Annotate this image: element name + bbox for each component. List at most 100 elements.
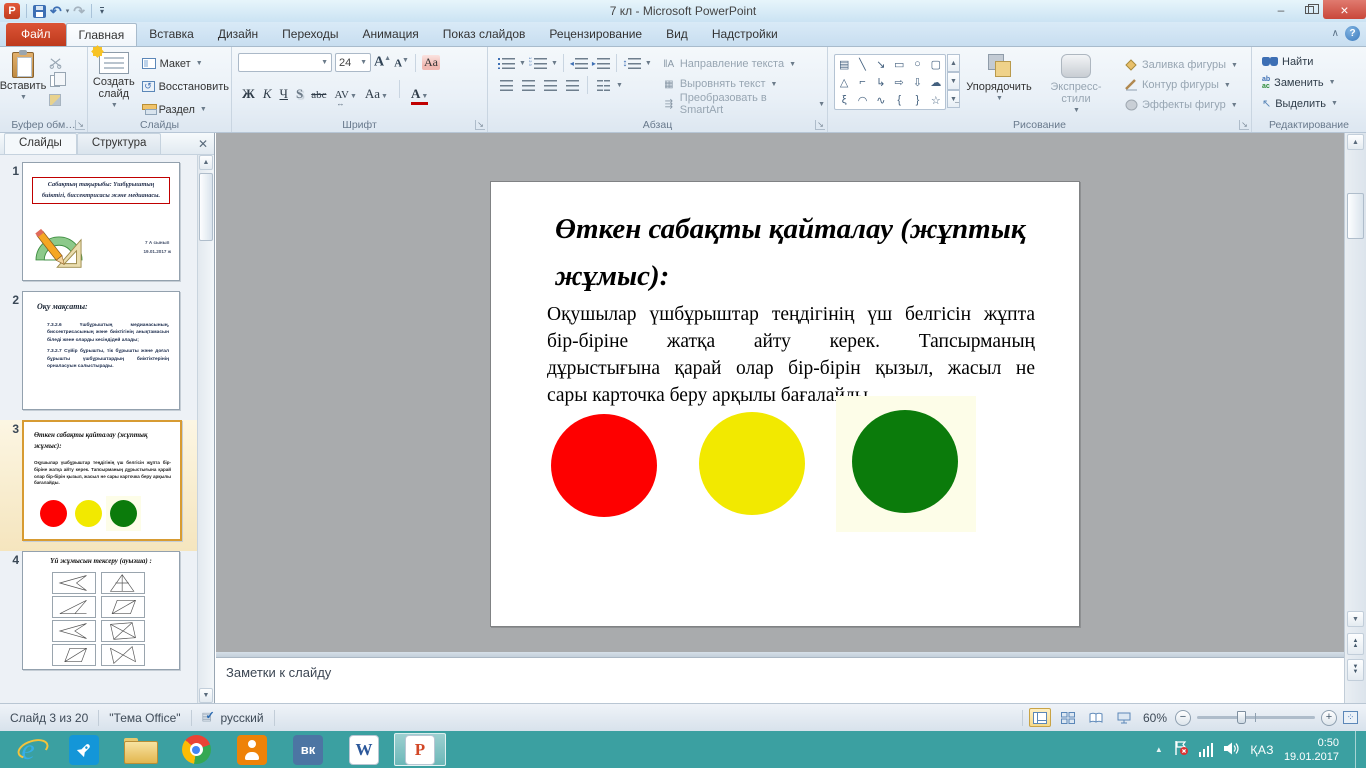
align-text-button[interactable]: ▦ Выровнять текст▼ [660,74,827,94]
reset-button[interactable]: ↺ Восстановить [140,76,231,97]
panel-scroll-up-icon[interactable]: ▲ [199,155,213,170]
slideshow-view-button[interactable] [1113,708,1135,727]
character-spacing-button[interactable]: AV▼ [334,89,356,101]
shape-outline-button[interactable]: Контур фигуры▼ [1122,75,1240,95]
language-indicator[interactable]: ҚАЗ [1250,743,1274,757]
minimize-button[interactable]: – [1267,0,1295,19]
grow-font-icon[interactable]: A▲ [374,54,391,71]
clock[interactable]: 0:50 19.01.2017 [1284,736,1339,764]
save-icon[interactable] [33,5,46,18]
tab-review[interactable]: Рецензирование [537,23,654,46]
file-explorer-icon[interactable] [114,733,166,766]
panel-scroll-thumb[interactable] [199,173,213,241]
decrease-indent-icon[interactable] [569,55,589,72]
shapes-more-icon[interactable]: ▼̲ [947,90,960,108]
chrome-icon[interactable] [170,733,222,766]
notes-placeholder[interactable]: Заметки к слайду [216,658,1344,680]
shape-glyph-icon[interactable]: ⌐ [853,73,871,91]
previous-slide-button[interactable]: ▲▲ [1347,633,1364,655]
shape-glyph-icon[interactable]: ↳ [872,73,890,91]
shape-glyph-icon[interactable]: ⇨ [890,73,908,91]
font-size-combobox[interactable]: 24▼ [335,53,371,72]
reading-view-button[interactable] [1085,708,1107,727]
powerpoint-app-icon[interactable]: P [4,3,20,19]
zoom-slider-thumb[interactable] [1237,711,1246,724]
find-button[interactable]: Найти [1260,51,1366,72]
scroll-up-icon[interactable]: ▲ [1347,134,1364,150]
paint-app-icon[interactable] [58,733,110,766]
tab-view[interactable]: Вид [654,23,700,46]
redo-icon[interactable]: ↷ [73,4,85,18]
normal-view-button[interactable] [1029,708,1051,727]
select-button[interactable]: ↖ Выделить▼ [1260,93,1366,114]
slide-body-text[interactable]: Оқушылар үшбұрыштар теңдігінің үш белгіс… [547,302,1035,410]
tab-addins[interactable]: Надстройки [700,23,790,46]
layout-button[interactable]: Макет▼ [140,53,231,74]
spellcheck-status[interactable]: русский [192,711,274,725]
restore-button[interactable] [1295,0,1323,19]
section-button[interactable]: Раздел▼ [140,99,231,120]
text-direction-button[interactable]: ‖A Направление текста▼ [660,54,827,74]
numbering-icon[interactable] [528,55,548,72]
line-spacing-icon[interactable] [622,55,642,72]
undo-dropdown-icon[interactable]: ▾ [66,7,70,15]
powerpoint-taskbar-icon[interactable]: P [394,733,446,766]
convert-smartart-button[interactable]: ⇶ Преобразовать в SmartArt▼ [660,94,827,114]
clear-formatting-icon[interactable]: Aa [422,55,440,70]
shape-glyph-icon[interactable]: ╲ [853,55,871,73]
theme-name[interactable]: "Тема Office" [99,711,190,725]
change-case-button[interactable]: Aa▼ [365,86,388,102]
bold-button[interactable]: Ж [242,86,255,102]
slide-thumbnail-3-selected[interactable]: 3 Өткен сабақты қайталау (жұптық жұмыс):… [0,420,197,551]
zoom-in-icon[interactable]: + [1321,710,1337,726]
scroll-thumb[interactable] [1347,193,1364,239]
tab-animations[interactable]: Анимация [350,23,430,46]
notes-pane[interactable]: Заметки к слайду [216,657,1344,703]
bullets-icon[interactable] [496,55,516,72]
slide-thumbnail-4[interactable]: 4 Үй жұмысын тексеру (ауызша) : [0,551,197,680]
tab-home[interactable]: Главная [66,23,138,46]
zoom-percentage[interactable]: 60% [1143,711,1167,725]
shape-glyph-icon[interactable]: ↘ [872,55,890,73]
underline-button[interactable]: Ч [280,86,288,102]
font-name-combobox[interactable]: ▼ [238,53,332,72]
shape-glyph-icon[interactable]: ○ [908,55,926,73]
shape-glyph-icon[interactable]: ▢ [927,55,945,73]
proofing-language[interactable]: русский [221,711,264,725]
slide-thumbnail-2[interactable]: 2 Оқу мақсаты: 7.3.2.6 Үшбұрыштың медиан… [0,291,197,420]
slide-title[interactable]: Өткен сабақты қайталау (жұптық жұмыс): [555,206,1027,300]
paste-dropdown-icon[interactable]: ▼ [20,92,27,104]
align-center-icon[interactable] [518,77,538,94]
green-card-circle[interactable] [852,410,958,513]
format-painter-icon[interactable] [46,92,64,108]
shape-glyph-icon[interactable]: ∿ [872,91,890,109]
slide-sorter-view-button[interactable] [1057,708,1079,727]
shapes-scroll-down-icon[interactable]: ▼ [947,72,960,90]
zoom-out-icon[interactable]: − [1175,710,1191,726]
text-shadow-button[interactable]: S [296,86,303,102]
volume-icon[interactable] [1223,741,1240,759]
strikethrough-button[interactable]: abc [311,89,326,101]
tab-design[interactable]: Дизайн [206,23,270,46]
network-signal-icon[interactable] [1199,743,1214,757]
red-card-circle[interactable] [551,414,657,517]
shape-glyph-icon[interactable]: { [890,91,908,109]
copy-icon[interactable] [46,73,64,89]
panel-scrollbar[interactable]: ▲ ▼ [197,155,214,703]
align-right-icon[interactable] [540,77,560,94]
scroll-down-icon[interactable]: ▼ [1347,611,1364,627]
shrink-font-icon[interactable]: A▼ [394,56,409,70]
tab-slideshow[interactable]: Показ слайдов [431,23,538,46]
close-button[interactable]: × [1323,0,1366,19]
tab-insert[interactable]: Вставка [137,23,206,46]
zoom-slider[interactable] [1197,716,1315,719]
show-hidden-icons-icon[interactable]: ▲ [1155,745,1163,754]
panel-scroll-down-icon[interactable]: ▼ [199,688,213,703]
cut-icon[interactable] [46,54,64,70]
odnoklassniki-icon[interactable] [226,733,278,766]
shape-glyph-icon[interactable]: ▭ [890,55,908,73]
action-center-flag-icon[interactable] [1173,740,1189,759]
show-desktop-button[interactable] [1355,731,1362,768]
tab-transitions[interactable]: Переходы [270,23,350,46]
internet-explorer-icon[interactable]: e [2,733,54,766]
